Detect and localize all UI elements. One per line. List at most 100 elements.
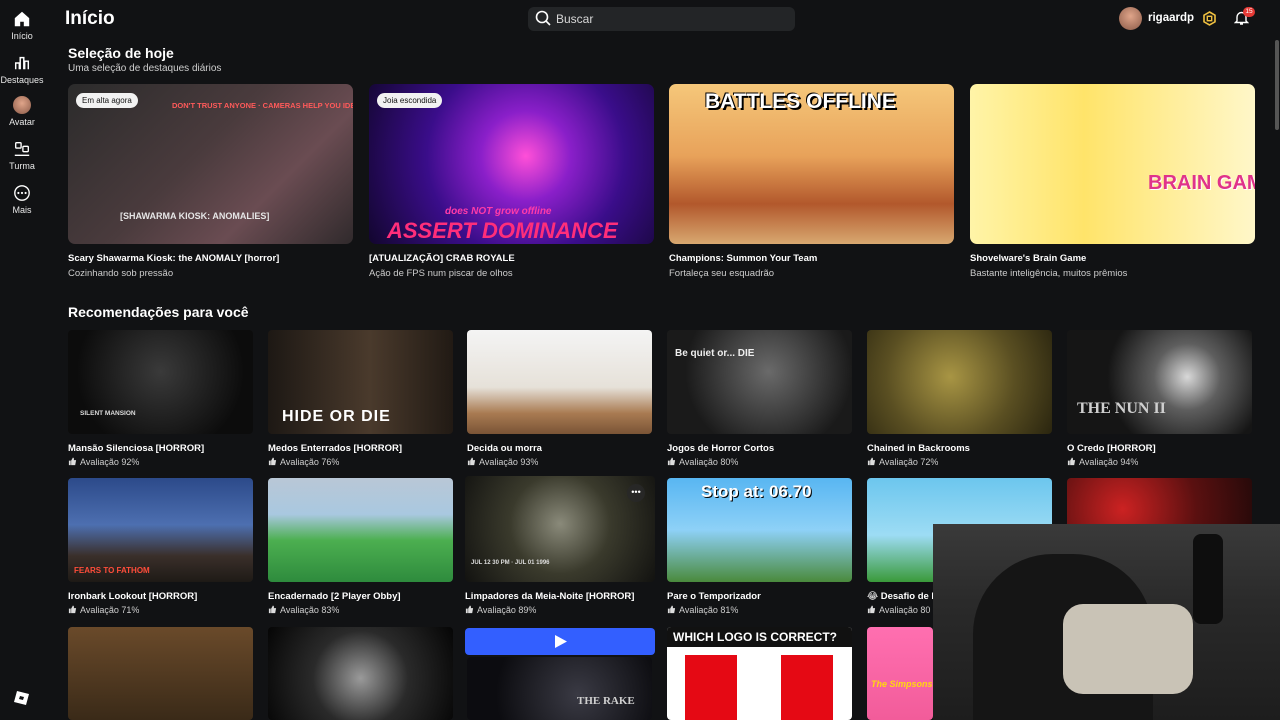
play-button[interactable] bbox=[465, 628, 655, 655]
game-thumbnail[interactable]: FEARS TO FATHOM bbox=[68, 478, 253, 582]
game-subtitle: Cozinhando sob pressão bbox=[68, 268, 174, 279]
game-card[interactable]: Stop at: 06.70 Pare o Temporizador Avali… bbox=[667, 478, 852, 615]
thumbs-up-icon bbox=[268, 605, 277, 614]
sidebar-item-label: Destaques bbox=[0, 75, 44, 85]
username[interactable]: rigaardp bbox=[1148, 12, 1194, 24]
thumbnail-caption: DON'T TRUST ANYONE · CAMERAS HELP YOU ID… bbox=[172, 101, 353, 110]
search-input[interactable]: Buscar bbox=[528, 7, 795, 31]
top-bar: Início Buscar rigaardp bbox=[44, 0, 1280, 40]
game-rating: Avaliação 92% bbox=[68, 457, 253, 467]
game-card[interactable]: The Simpsons bbox=[867, 627, 933, 720]
game-rating: Avaliação 80% bbox=[667, 457, 852, 467]
game-title[interactable]: Scary Shawarma Kiosk: the ANOMALY [horro… bbox=[68, 253, 353, 264]
game-card[interactable]: Encadernado [2 Player Obby] Avaliação 83… bbox=[268, 478, 453, 615]
thumbnail-caption: ASSERT DOMINANCE bbox=[387, 218, 618, 243]
sidebar-item-label: Avatar bbox=[9, 117, 35, 127]
section-title-recommendations: Recomendações para você bbox=[68, 304, 249, 320]
thumbnail-caption: THE RAKE bbox=[577, 695, 635, 707]
game-title[interactable]: [ATUALIZAÇÃO] CRAB ROYALE bbox=[369, 253, 654, 264]
thumbs-up-icon bbox=[467, 457, 476, 466]
game-thumbnail[interactable]: Joia escondida does NOT grow offline ASS… bbox=[369, 84, 654, 244]
game-thumbnail[interactable]: BRAIN GAME bbox=[970, 84, 1255, 244]
game-thumbnail[interactable]: Stop at: 06.70 bbox=[667, 478, 852, 582]
robux-icon[interactable] bbox=[1202, 11, 1217, 26]
thumbs-up-icon bbox=[68, 457, 77, 466]
game-title[interactable]: Mansão Silenciosa [HORROR] bbox=[68, 443, 253, 454]
more-options-button[interactable]: ••• bbox=[627, 484, 645, 502]
avatar-icon bbox=[13, 96, 31, 114]
featured-card[interactable]: Joia escondida does NOT grow offline ASS… bbox=[369, 84, 654, 279]
game-thumbnail[interactable]: THE RAKE bbox=[467, 657, 652, 720]
game-card[interactable]: WHICH LOGO IS CORRECT? bbox=[667, 627, 852, 720]
thumbnail-caption: JUL 12 30 PM · JUL 01 1996 bbox=[471, 560, 550, 566]
game-title[interactable]: Encadernado [2 Player Obby] bbox=[268, 591, 453, 602]
game-thumbnail[interactable]: BATTLES OFFLINE bbox=[669, 84, 954, 244]
game-thumbnail[interactable]: Em alta agora DON'T TRUST ANYONE · CAMER… bbox=[68, 84, 353, 244]
featured-card[interactable]: BATTLES OFFLINE Champions: Summon Your T… bbox=[669, 84, 954, 279]
game-thumbnail[interactable] bbox=[467, 330, 652, 434]
game-title[interactable]: Medos Enterrados [HORROR] bbox=[268, 443, 453, 454]
game-thumbnail[interactable] bbox=[268, 627, 453, 720]
sidebar-item-turma[interactable]: Turma bbox=[0, 140, 44, 171]
game-title[interactable]: Pare o Temporizador bbox=[667, 591, 852, 602]
game-thumbnail[interactable] bbox=[867, 330, 1052, 434]
game-card[interactable]: Chained in Backrooms Avaliação 72% bbox=[867, 330, 1052, 467]
chart-icon bbox=[14, 56, 30, 70]
game-thumbnail[interactable]: THE NUN II bbox=[1067, 330, 1252, 434]
game-thumbnail[interactable]: WHICH LOGO IS CORRECT? bbox=[667, 627, 852, 720]
game-title[interactable]: Shovelware's Brain Game bbox=[970, 253, 1255, 264]
game-title[interactable]: Champions: Summon Your Team bbox=[669, 253, 954, 264]
page-scrollbar[interactable] bbox=[1275, 40, 1279, 130]
game-rating: Avaliação 71% bbox=[68, 605, 253, 615]
featured-card[interactable]: BRAIN GAME Shovelware's Brain Game Basta… bbox=[970, 84, 1255, 279]
game-rating: Avaliação 93% bbox=[467, 457, 652, 467]
game-thumbnail[interactable]: Be quiet or... DIE bbox=[667, 330, 852, 434]
game-card[interactable]: HIDE OR DIE Medos Enterrados [HORROR] Av… bbox=[268, 330, 453, 467]
game-thumbnail[interactable]: The Simpsons bbox=[867, 627, 933, 720]
sidebar-item-mais[interactable]: Mais bbox=[0, 184, 44, 215]
sidebar-item-avatar[interactable]: Avatar bbox=[0, 96, 44, 127]
game-title[interactable]: Chained in Backrooms bbox=[867, 443, 1052, 454]
thumbnail-caption: WHICH LOGO IS CORRECT? bbox=[673, 630, 837, 644]
game-rating: Avaliação 94% bbox=[1067, 457, 1252, 467]
game-card[interactable]: Decida ou morra Avaliação 93% bbox=[467, 330, 652, 467]
game-title[interactable]: Limpadores da Meia-Noite [HORROR] bbox=[465, 591, 655, 602]
game-card[interactable]: THE NUN II O Credo [HORROR] Avaliação 94… bbox=[1067, 330, 1252, 467]
sidebar-item-destaques[interactable]: Destaques bbox=[0, 54, 44, 85]
search-icon bbox=[535, 10, 551, 26]
game-card[interactable]: THE RAKE bbox=[467, 657, 652, 720]
play-icon bbox=[555, 635, 567, 648]
thumbnail-caption: BATTLES OFFLINE bbox=[705, 90, 896, 113]
game-rating: Avaliação 81% bbox=[667, 605, 852, 615]
game-subtitle: Fortaleça seu esquadrão bbox=[669, 268, 775, 279]
avatar[interactable] bbox=[1119, 7, 1142, 30]
more-icon bbox=[14, 185, 30, 201]
thumbs-up-icon bbox=[465, 605, 474, 614]
featured-card[interactable]: Em alta agora DON'T TRUST ANYONE · CAMER… bbox=[68, 84, 353, 279]
sidebar-item-home[interactable]: Início bbox=[0, 10, 44, 41]
roblox-logo-icon[interactable] bbox=[14, 690, 30, 706]
game-title[interactable]: Ironbark Lookout [HORROR] bbox=[68, 591, 253, 602]
game-card[interactable]: Be quiet or... DIE Jogos de Horror Corto… bbox=[667, 330, 852, 467]
game-card-hovered[interactable]: ••• JUL 12 30 PM · JUL 01 1996 Limpadore… bbox=[465, 476, 655, 615]
page-title: Início bbox=[65, 8, 115, 29]
game-card[interactable] bbox=[268, 627, 453, 720]
game-rating: Avaliação 76% bbox=[268, 457, 453, 467]
game-thumbnail[interactable]: HIDE OR DIE bbox=[268, 330, 453, 434]
game-subtitle: Ação de FPS num piscar de olhos bbox=[369, 268, 513, 279]
game-thumbnail[interactable]: ••• JUL 12 30 PM · JUL 01 1996 bbox=[465, 476, 655, 582]
game-title[interactable]: O Credo [HORROR] bbox=[1067, 443, 1252, 454]
game-card[interactable]: FEARS TO FATHOM Ironbark Lookout [HORROR… bbox=[68, 478, 253, 615]
game-title[interactable]: Decida ou morra bbox=[467, 443, 652, 454]
notification-badge: 15 bbox=[1243, 7, 1255, 17]
thumbs-up-icon bbox=[1067, 457, 1076, 466]
thumbnail-caption: FEARS TO FATHOM bbox=[74, 566, 150, 575]
game-thumbnail[interactable] bbox=[268, 478, 453, 582]
game-card[interactable] bbox=[68, 627, 253, 720]
thumbnail-caption: Stop at: 06.70 bbox=[701, 482, 812, 501]
game-thumbnail[interactable]: SILENT MANSION bbox=[68, 330, 253, 434]
game-card[interactable]: SILENT MANSION Mansão Silenciosa [HORROR… bbox=[68, 330, 253, 467]
game-title[interactable]: Jogos de Horror Cortos bbox=[667, 443, 852, 454]
game-thumbnail[interactable] bbox=[68, 627, 253, 720]
game-rating: Avaliação 83% bbox=[268, 605, 453, 615]
